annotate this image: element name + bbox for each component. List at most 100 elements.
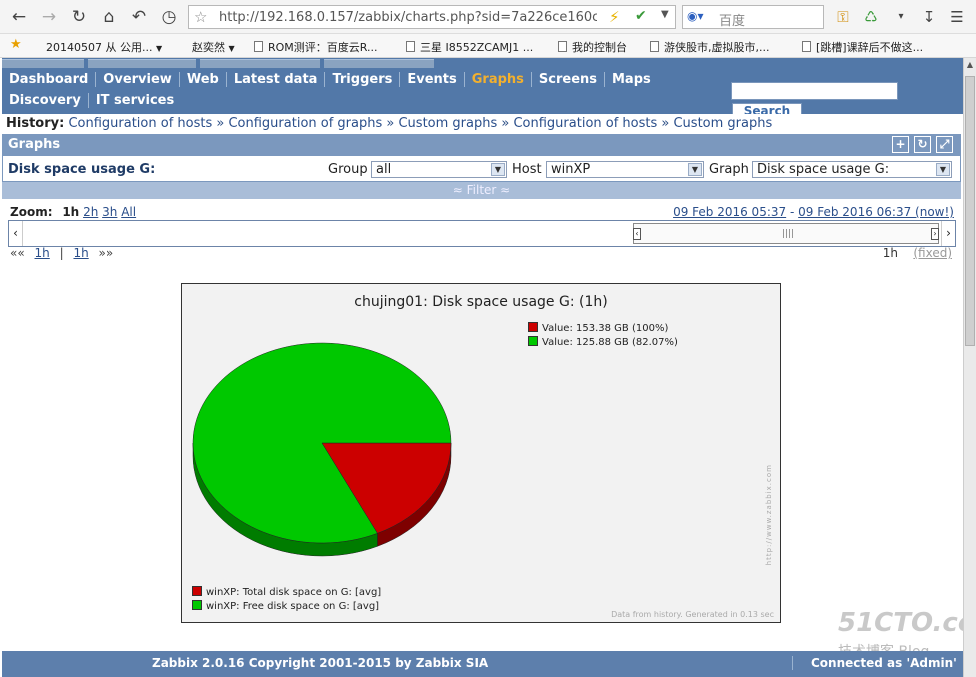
page-title: Graphs bbox=[8, 137, 61, 152]
bookmark-item[interactable]: 三星 I8552ZCAMJ1 ... bbox=[406, 39, 533, 55]
zoom-1h[interactable]: 1h bbox=[62, 205, 79, 219]
menu-dots-icon[interactable]: ▾ bbox=[890, 6, 912, 28]
bookmark-item[interactable]: 我的控制台 bbox=[558, 39, 627, 55]
zoom-3h[interactable]: 3h bbox=[102, 205, 117, 219]
group-select-value: all bbox=[376, 162, 392, 177]
menu-tabs bbox=[2, 58, 442, 68]
menu-tab bbox=[2, 59, 84, 68]
group-select[interactable]: all ▼ bbox=[371, 161, 507, 178]
graph-select[interactable]: Disk space usage G: ▼ bbox=[752, 161, 952, 178]
scroll-left-arrow-icon[interactable]: ‹ bbox=[9, 221, 23, 246]
lightning-icon[interactable]: ⚡ bbox=[609, 8, 620, 26]
paw-icon[interactable]: ◉▾ bbox=[687, 9, 704, 23]
menu-item-latest-data[interactable]: Latest data bbox=[226, 72, 326, 87]
page-icon bbox=[558, 41, 567, 52]
reload-icon[interactable]: ↻ bbox=[68, 6, 90, 28]
breadcrumb-link[interactable]: Custom graphs bbox=[673, 116, 772, 131]
menu-item-dashboard[interactable]: Dashboard bbox=[2, 72, 97, 87]
resize-right-handle-icon[interactable]: › bbox=[931, 228, 939, 240]
translate-icon[interactable]: ♺ bbox=[860, 6, 882, 28]
period-length: 1h bbox=[882, 246, 898, 260]
range-from[interactable]: 09 Feb 2016 05:37 bbox=[673, 205, 786, 219]
bookmark-item[interactable]: [跳槽]课辞后不做这... bbox=[802, 39, 923, 55]
nav-back-1h[interactable]: 1h bbox=[35, 246, 50, 260]
menu-item-graphs[interactable]: Graphs bbox=[464, 72, 532, 87]
undo-icon[interactable]: ↶ bbox=[128, 6, 150, 28]
menu-item-it-services[interactable]: IT services bbox=[89, 93, 181, 108]
host-select[interactable]: winXP ▼ bbox=[546, 161, 704, 178]
bookmark-item[interactable]: 20140507 从 公用... ▼ bbox=[46, 39, 162, 55]
browser-search-box[interactable]: ◉▾ 百度 bbox=[682, 5, 824, 29]
scroll-right-arrow-icon[interactable]: › bbox=[941, 221, 955, 246]
period-nav: «« 1h | 1h »» bbox=[10, 246, 113, 260]
fixed-toggle[interactable]: (fixed) bbox=[913, 246, 952, 260]
download-icon[interactable]: ↧ bbox=[918, 6, 940, 28]
bookmarks-star-icon[interactable]: ★ bbox=[10, 37, 22, 52]
chevron-down-icon[interactable]: ▼ bbox=[688, 163, 702, 176]
zoom-2h[interactable]: 2h bbox=[83, 205, 98, 219]
chevron-down-icon[interactable]: ▼ bbox=[936, 163, 950, 176]
chevron-down-icon[interactable]: ▼ bbox=[491, 163, 505, 176]
address-text[interactable]: http://192.168.0.157/zabbix/charts.php?s… bbox=[219, 10, 597, 25]
legend-item: winXP: Free disk space on G: [avg] bbox=[192, 600, 379, 612]
graph-title: Disk space usage G: bbox=[8, 162, 156, 177]
menu-tab bbox=[88, 59, 196, 68]
menu-item-discovery[interactable]: Discovery bbox=[2, 93, 89, 108]
menu-row-primary: Dashboard Overview Web Latest data Triggers E… bbox=[2, 72, 658, 87]
back-icon[interactable]: ← bbox=[8, 6, 30, 28]
nav-right[interactable]: »» bbox=[99, 246, 114, 260]
breadcrumb-link[interactable]: Custom graphs bbox=[398, 116, 497, 131]
address-bar[interactable]: ☆ http://192.168.0.157/zabbix/charts.php… bbox=[188, 5, 676, 29]
resize-left-handle-icon[interactable]: ‹ bbox=[633, 228, 641, 240]
nav-left[interactable]: «« bbox=[10, 246, 25, 260]
forward-icon[interactable]: → bbox=[38, 6, 60, 28]
bookmark-item[interactable]: ROM测评：百度云R... bbox=[254, 39, 378, 55]
key-icon[interactable]: ⚿ bbox=[832, 6, 854, 28]
period-range: 09 Feb 2016 05:37 - 09 Feb 2016 06:37 (n… bbox=[673, 205, 954, 219]
bookmark-item[interactable]: 游侠股市,虚拟股市,... bbox=[650, 39, 769, 55]
zoom-bar: Zoom: 1h 2h 3h All bbox=[10, 205, 136, 219]
legend-swatch bbox=[528, 336, 538, 346]
timeline-scrollbar[interactable]: ‹ ‹ |||| › › bbox=[8, 220, 956, 247]
menu-item-events[interactable]: Events bbox=[400, 72, 465, 87]
range-to[interactable]: 09 Feb 2016 06:37 (now!) bbox=[798, 205, 954, 219]
legend-label: winXP: Total disk space on G: [avg] bbox=[206, 587, 382, 598]
chevron-down-icon[interactable]: ▼ bbox=[661, 9, 669, 20]
page-icon bbox=[406, 41, 415, 52]
filter-toggle[interactable]: ≈ Filter ≈ bbox=[2, 182, 961, 199]
menu-item-web[interactable]: Web bbox=[179, 72, 227, 87]
nav-forward-1h[interactable]: 1h bbox=[73, 246, 88, 260]
menu-item-overview[interactable]: Overview bbox=[96, 72, 180, 87]
page-scrollbar[interactable]: ▲ bbox=[963, 58, 976, 677]
search-input[interactable] bbox=[731, 82, 898, 100]
menu-tab bbox=[200, 59, 320, 68]
scroll-up-arrow-icon[interactable]: ▲ bbox=[964, 58, 976, 72]
breadcrumb-link[interactable]: Configuration of hosts bbox=[68, 116, 212, 131]
menu-item-screens[interactable]: Screens bbox=[531, 72, 605, 87]
history-clock-icon[interactable]: ◷ bbox=[158, 6, 180, 28]
graph-label: Graph bbox=[709, 162, 749, 177]
zoom-all[interactable]: All bbox=[121, 205, 136, 219]
bookmark-item[interactable]: 赵奕然 ▼ bbox=[192, 39, 235, 55]
breadcrumb-link[interactable]: Configuration of graphs bbox=[228, 116, 382, 131]
bookmark-star-icon[interactable]: ☆ bbox=[194, 8, 207, 26]
page-icon bbox=[802, 41, 811, 52]
pin-icon[interactable]: ✔ bbox=[635, 8, 647, 24]
home-icon[interactable]: ⌂ bbox=[98, 6, 120, 28]
legend-swatch bbox=[192, 586, 202, 596]
fullscreen-icon[interactable]: ⤢ bbox=[936, 136, 953, 153]
add-to-favourites-icon[interactable]: + bbox=[892, 136, 909, 153]
timeline-thumb[interactable]: ‹ |||| › bbox=[633, 223, 939, 244]
refresh-icon[interactable]: ↻ bbox=[914, 136, 931, 153]
breadcrumb-link[interactable]: Configuration of hosts bbox=[513, 116, 657, 131]
grip-icon: |||| bbox=[782, 229, 795, 239]
settings-menu-icon[interactable]: ☰ bbox=[946, 6, 968, 28]
menu-item-triggers[interactable]: Triggers bbox=[325, 72, 401, 87]
menu-item-maps[interactable]: Maps bbox=[605, 72, 658, 87]
scrollbar-thumb[interactable] bbox=[965, 76, 975, 346]
watermark-logo: 51CTO.com bbox=[838, 608, 976, 638]
legend-swatch bbox=[528, 322, 538, 332]
group-label: Group bbox=[328, 162, 368, 177]
legend-label: Value: 125.88 GB (82.07%) bbox=[542, 337, 678, 348]
page-icon bbox=[254, 41, 263, 52]
